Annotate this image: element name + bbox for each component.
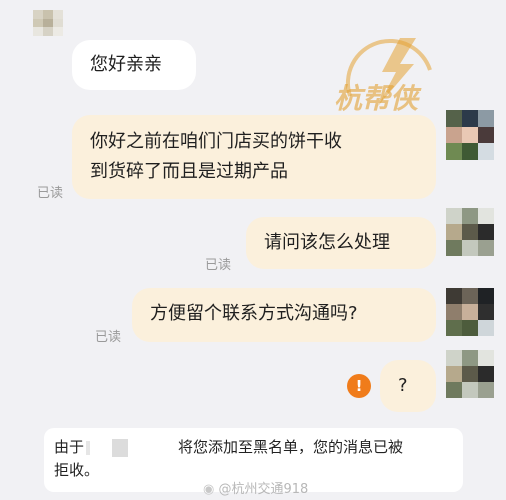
notice-middle: 将您添加至黑名单，您的消息已被 bbox=[178, 438, 404, 456]
my-avatar[interactable] bbox=[446, 208, 494, 256]
read-receipt: 已读 bbox=[37, 186, 64, 201]
sent-message-bubble[interactable]: ? bbox=[380, 360, 436, 412]
send-failed-icon[interactable]: ! bbox=[347, 374, 371, 398]
sent-message-bubble[interactable]: 你好之前在咱们门店买的饼干收 到货碎了而且是过期产品 bbox=[72, 115, 436, 199]
message-text-line: 你好之前在咱们门店买的饼干收 bbox=[90, 131, 342, 152]
received-message-bubble[interactable]: 您好亲亲 bbox=[72, 40, 196, 90]
read-receipt: 已读 bbox=[205, 258, 232, 273]
redacted-name bbox=[86, 440, 91, 455]
message-text: 您好亲亲 bbox=[90, 54, 162, 75]
hangbangxia-logo-watermark: 杭帮侠 bbox=[334, 38, 432, 115]
logo-text: 杭帮侠 bbox=[334, 82, 422, 115]
sent-message-bubble[interactable]: 方便留个联系方式沟通吗? bbox=[132, 288, 436, 342]
notice-suffix: 拒收。 bbox=[54, 461, 100, 479]
weibo-handle: @杭州交通918 bbox=[218, 482, 309, 497]
redacted-name bbox=[112, 438, 129, 457]
message-text: ? bbox=[398, 375, 408, 396]
notice-prefix: 由于 bbox=[54, 438, 85, 456]
contact-avatar[interactable] bbox=[33, 10, 63, 36]
message-text: 请问该怎么处理 bbox=[264, 232, 390, 253]
my-avatar[interactable] bbox=[446, 288, 494, 336]
my-avatar[interactable] bbox=[446, 350, 494, 398]
message-text-line: 到货碎了而且是过期产品 bbox=[90, 161, 288, 182]
message-text: 方便留个联系方式沟通吗? bbox=[150, 303, 358, 324]
read-receipt: 已读 bbox=[95, 330, 122, 345]
my-avatar[interactable] bbox=[446, 110, 494, 160]
sent-message-bubble[interactable]: 请问该怎么处理 bbox=[246, 217, 436, 269]
weibo-watermark: ◉ @杭州交通918 bbox=[203, 478, 308, 497]
weibo-icon: ◉ bbox=[203, 482, 215, 497]
